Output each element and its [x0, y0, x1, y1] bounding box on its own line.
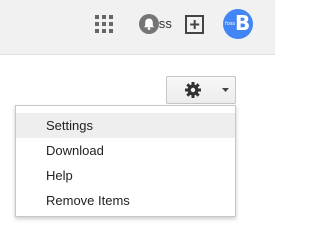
avatar-letter: B [235, 11, 251, 35]
menu-item-help[interactable]: Help [16, 163, 235, 188]
apps-icon[interactable] [95, 15, 113, 33]
gear-icon [185, 82, 201, 98]
settings-menu: Settings Download Help Remove Items [15, 105, 236, 217]
avatar[interactable]: foss B [223, 9, 253, 39]
menu-item-download[interactable]: Download [16, 138, 235, 163]
menu-item-settings[interactable]: Settings [16, 113, 235, 138]
chevron-down-icon [222, 88, 229, 92]
settings-button[interactable] [166, 76, 236, 104]
share-icon[interactable] [184, 14, 206, 36]
avatar-subtext: foss [225, 21, 236, 27]
menu-item-remove-items[interactable]: Remove Items [16, 188, 235, 213]
notifications-icon[interactable] [138, 13, 160, 35]
top-bar: +foss foss B [0, 0, 275, 55]
